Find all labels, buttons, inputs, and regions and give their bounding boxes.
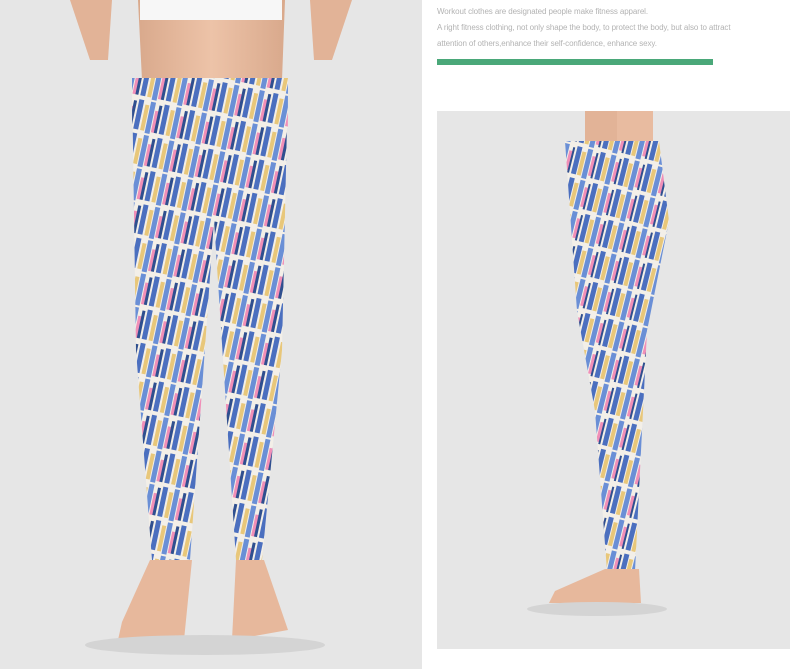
description-line-2: A right fitness clothing, not only shape… xyxy=(437,23,731,32)
description-line-3: attention of others,enhance their self-c… xyxy=(437,39,657,48)
product-description: Workout clothes are designated people ma… xyxy=(437,4,790,52)
accent-divider-bar xyxy=(437,59,713,65)
front-view-photo xyxy=(0,0,422,669)
side-view-photo xyxy=(437,111,790,649)
product-detail-page: Workout clothes are designated people ma… xyxy=(0,0,790,669)
description-line-1: Workout clothes are designated people ma… xyxy=(437,7,648,16)
